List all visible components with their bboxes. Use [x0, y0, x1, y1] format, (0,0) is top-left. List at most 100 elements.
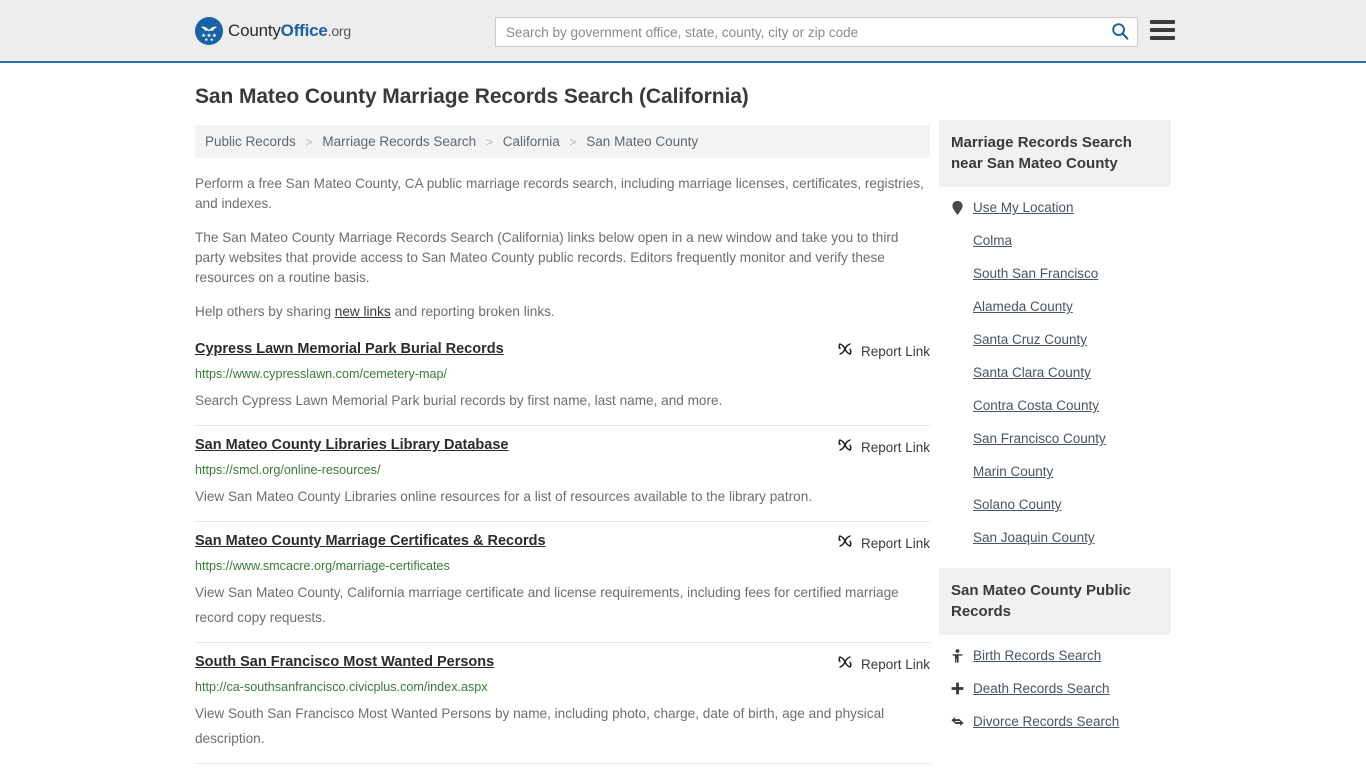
intro-paragraph-help: Help others by sharing new links and rep…: [195, 302, 930, 322]
sidebar-link-label[interactable]: Alameda County: [973, 299, 1073, 314]
report-link-button[interactable]: Report Link: [837, 654, 930, 675]
search-bar[interactable]: [495, 17, 1138, 47]
report-link-button[interactable]: Report Link: [837, 341, 930, 362]
result-title-link[interactable]: San Mateo County Libraries Library Datab…: [195, 436, 520, 455]
report-link-label: Report Link: [860, 344, 930, 359]
sidebar-public-records-list: Birth Records Search Death Records Searc…: [939, 635, 1171, 738]
breadcrumb-item-public-records[interactable]: Public Records: [205, 134, 296, 149]
sidebar-item-death-records-search[interactable]: Death Records Search: [939, 672, 1171, 705]
result-url: https://www.smcacre.org/marriage-certifi…: [195, 559, 450, 573]
sidebar-item-santa-cruz-county[interactable]: Santa Cruz County: [939, 323, 1171, 356]
search-icon: [1111, 22, 1129, 43]
sidebar-link-label[interactable]: Santa Cruz County: [973, 332, 1087, 347]
report-link-label: Report Link: [860, 657, 930, 672]
sidebar-item-south-san-francisco[interactable]: South San Francisco: [939, 257, 1171, 290]
breadcrumb-item-california[interactable]: California: [503, 134, 560, 149]
site-logo-text: CountyOffice.org: [228, 21, 351, 41]
result-title-link[interactable]: San Mateo County Marriage Certificates &…: [195, 532, 558, 551]
sidebar-link-label[interactable]: Birth Records Search: [973, 648, 1101, 663]
site-logo[interactable]: CountyOffice.org: [195, 16, 351, 45]
baby-icon: [951, 648, 964, 663]
hamburger-bar: [1150, 36, 1175, 40]
sidebar-link-label[interactable]: South San Francisco: [973, 266, 1098, 281]
sidebar-link-label[interactable]: Solano County: [973, 497, 1062, 512]
result-title-link[interactable]: Cypress Lawn Memorial Park Burial Record…: [195, 340, 516, 359]
hamburger-bar: [1150, 28, 1175, 32]
site-header: CountyOffice.org: [0, 0, 1366, 63]
logo-word-org: .org: [327, 22, 352, 39]
intro-text: Perform a free San Mateo County, CA publ…: [195, 174, 930, 322]
result-header: South San Francisco Most Wanted Persons …: [195, 653, 930, 675]
breadcrumb-item-san-mateo-county[interactable]: San Mateo County: [586, 134, 698, 149]
result-item: San Mateo County Libraries Library Datab…: [195, 426, 930, 522]
sidebar-nearby-heading: Marriage Records Search near San Mateo C…: [939, 120, 1171, 187]
breadcrumb-separator: >: [569, 135, 577, 149]
sidebar-item-san-joaquin-county[interactable]: San Joaquin County: [939, 521, 1171, 554]
sidebar-item-contra-costa-county[interactable]: Contra Costa County: [939, 389, 1171, 422]
sidebar-nearby-list: Use My Location Colma South San Francisc…: [939, 187, 1171, 554]
sidebar-item-marin-county[interactable]: Marin County: [939, 455, 1171, 488]
result-description: View South San Francisco Most Wanted Per…: [195, 706, 885, 746]
results-list: Cypress Lawn Memorial Park Burial Record…: [195, 336, 930, 764]
sidebar-link-label[interactable]: San Joaquin County: [973, 530, 1095, 545]
result-description: View San Mateo County, California marria…: [195, 585, 899, 625]
result-url: http://ca-southsanfrancisco.civicplus.co…: [195, 680, 488, 694]
hamburger-menu-icon[interactable]: [1150, 20, 1175, 40]
sidebar-link-label[interactable]: San Francisco County: [973, 431, 1106, 446]
sidebar-link-label[interactable]: Divorce Records Search: [973, 714, 1119, 729]
sidebar-nearby-box: Marriage Records Search near San Mateo C…: [939, 120, 1171, 554]
hamburger-bar: [1150, 20, 1175, 24]
report-link-label: Report Link: [860, 536, 930, 551]
sidebar-item-santa-clara-county[interactable]: Santa Clara County: [939, 356, 1171, 389]
breadcrumb-item-marriage-records-search[interactable]: Marriage Records Search: [322, 134, 476, 149]
result-title-link[interactable]: South San Francisco Most Wanted Persons: [195, 653, 506, 672]
breadcrumb: Public Records > Marriage Records Search…: [195, 125, 930, 158]
sidebar-item-use-my-location[interactable]: Use My Location: [939, 191, 1171, 224]
sidebar-public-records-box: San Mateo County Public Records Birth Re…: [939, 568, 1171, 738]
sidebar-item-alameda-county[interactable]: Alameda County: [939, 290, 1171, 323]
intro-paragraph-2: The San Mateo County Marriage Records Se…: [195, 230, 899, 285]
report-link-button[interactable]: Report Link: [837, 437, 930, 458]
sidebar-item-divorce-records-search[interactable]: Divorce Records Search: [939, 705, 1171, 738]
report-link-button[interactable]: Report Link: [837, 533, 930, 554]
result-header: Cypress Lawn Memorial Park Burial Record…: [195, 340, 930, 362]
broken-link-icon: [837, 533, 853, 554]
sidebar-link-label[interactable]: Colma: [973, 233, 1012, 248]
report-link-label: Report Link: [860, 440, 930, 455]
search-input[interactable]: [496, 18, 1103, 46]
sidebar-link-label[interactable]: Contra Costa County: [973, 398, 1099, 413]
help-suffix: and reporting broken links.: [390, 304, 555, 319]
sidebar-public-records-heading: San Mateo County Public Records: [939, 568, 1171, 635]
broken-link-icon: [837, 341, 853, 362]
sidebar-link-label[interactable]: Santa Clara County: [973, 365, 1091, 380]
sidebar: Marriage Records Search near San Mateo C…: [939, 120, 1171, 752]
result-description: Search Cypress Lawn Memorial Park burial…: [195, 393, 723, 408]
result-header: San Mateo County Marriage Certificates &…: [195, 532, 930, 554]
result-url: https://smcl.org/online-resources/: [195, 463, 381, 477]
intro-paragraph-1: Perform a free San Mateo County, CA publ…: [195, 176, 924, 211]
sidebar-link-label[interactable]: Use My Location: [973, 200, 1074, 215]
breadcrumb-separator: >: [485, 135, 493, 149]
cross-icon: [951, 682, 964, 695]
sidebar-link-label[interactable]: Marin County: [973, 464, 1053, 479]
result-item: Cypress Lawn Memorial Park Burial Record…: [195, 336, 930, 426]
new-links-link[interactable]: new links: [335, 304, 391, 319]
page-title: San Mateo County Marriage Records Search…: [195, 85, 749, 108]
broken-link-icon: [837, 437, 853, 458]
sidebar-item-birth-records-search[interactable]: Birth Records Search: [939, 639, 1171, 672]
two-way-arrow-icon: [951, 716, 964, 727]
help-prefix: Help others by sharing: [195, 304, 335, 319]
sidebar-item-solano-county[interactable]: Solano County: [939, 488, 1171, 521]
county-office-eagle-icon: [195, 16, 223, 45]
sidebar-item-san-francisco-county[interactable]: San Francisco County: [939, 422, 1171, 455]
result-item: San Mateo County Marriage Certificates &…: [195, 522, 930, 643]
search-button[interactable]: [1103, 18, 1137, 46]
map-pin-icon: [951, 200, 964, 215]
result-header: San Mateo County Libraries Library Datab…: [195, 436, 930, 458]
sidebar-item-colma[interactable]: Colma: [939, 224, 1171, 257]
result-description: View San Mateo County Libraries online r…: [195, 489, 813, 504]
sidebar-link-label[interactable]: Death Records Search: [973, 681, 1110, 696]
result-url: https://www.cypresslawn.com/cemetery-map…: [195, 367, 447, 381]
logo-word-county: County: [228, 20, 281, 40]
main-content: San Mateo County Marriage Records Search…: [195, 85, 930, 764]
